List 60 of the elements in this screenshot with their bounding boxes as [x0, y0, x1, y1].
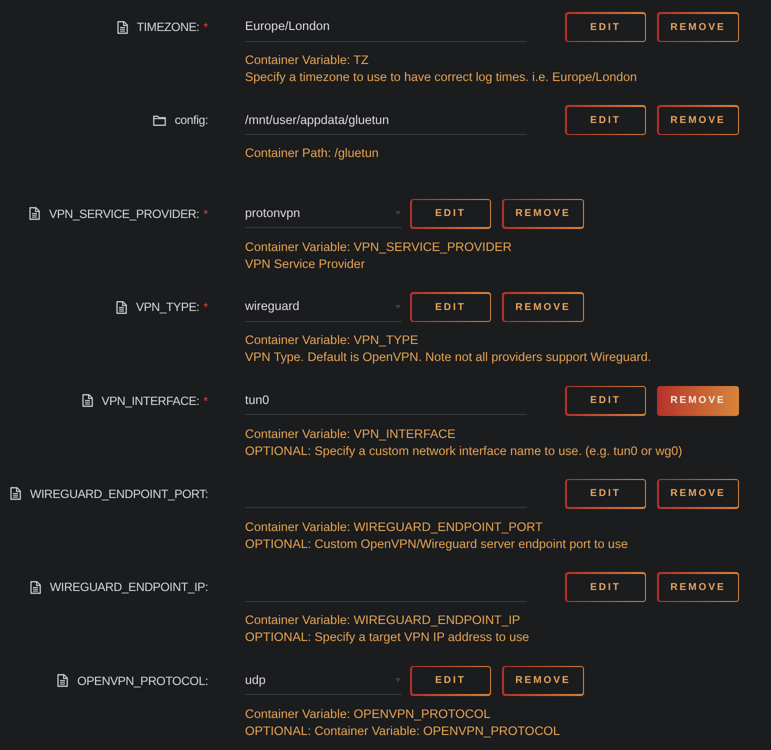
edit-button[interactable]: EDIT	[565, 105, 646, 136]
caret-icon	[395, 678, 401, 682]
help-text: OPTIONAL: Specify a custom network interface name to use. (e.g. tun0 or wg0)	[245, 442, 684, 460]
file-icon	[116, 300, 127, 314]
remove-button[interactable]: REMOVE	[657, 105, 739, 136]
file-icon	[57, 674, 68, 688]
help-text: VPN Service Provider	[245, 256, 366, 273]
field-label: WIREGUARD_ENDPOINT_PORT:	[30, 486, 208, 503]
select-field[interactable]: udp	[245, 666, 402, 696]
file-icon	[82, 394, 92, 408]
caret-icon	[395, 211, 401, 216]
field-label: TIMEZONE:	[136, 19, 200, 36]
help-text: Container Variable: OPENVPN_PROTOCOL	[245, 706, 492, 723]
required-mark: *	[203, 19, 208, 36]
help-text: Container Variable: WIREGUARD_ENDPOINT_IP	[245, 612, 522, 630]
input-field[interactable]: /mnt/user/appdata/gluetun	[245, 106, 527, 135]
field-label: VPN_TYPE:	[136, 299, 200, 316]
remove-button[interactable]: REMOVE	[657, 478, 739, 509]
help-text: Container Variable: WIREGUARD_ENDPOINT_PORT	[245, 518, 544, 536]
select-field[interactable]: protonvpn	[245, 199, 402, 228]
remove-button[interactable]: REMOVE	[502, 292, 584, 322]
folder-icon	[152, 114, 166, 126]
required-mark: *	[203, 206, 208, 223]
edit-button[interactable]: EDIT	[410, 292, 491, 322]
help-text: Container Variable: VPN_TYPE	[245, 332, 420, 350]
help-text: Container Path: /gluetun	[245, 145, 380, 162]
edit-button[interactable]: EDIT	[410, 198, 491, 229]
file-icon	[30, 580, 41, 594]
help-text: Container Variable: TZ	[245, 52, 370, 69]
remove-button[interactable]: REMOVE	[657, 386, 739, 416]
input-field[interactable]: tun0	[245, 386, 527, 416]
field-label: OPENVPN_PROTOCOL:	[77, 672, 208, 690]
required-mark: *	[203, 299, 208, 316]
input-field[interactable]: Europe/London	[245, 12, 527, 42]
edit-button[interactable]: EDIT	[565, 478, 646, 509]
help-text: OPTIONAL: Container Variable: OPENVPN_PROTOCOL	[245, 722, 561, 740]
file-icon	[116, 20, 128, 34]
edit-button[interactable]: EDIT	[410, 666, 491, 696]
help-text: OPTIONAL: Specify a target VPN IP address to use	[245, 629, 530, 646]
select-field[interactable]: wireguard	[245, 292, 402, 322]
help-text: OPTIONAL: Custom OpenVPN/Wireguard server endpoint port to use	[245, 536, 629, 553]
field-label: WIREGUARD_ENDPOINT_IP:	[50, 579, 208, 596]
edit-button[interactable]: EDIT	[565, 386, 646, 416]
edit-button[interactable]: EDIT	[565, 12, 646, 42]
file-icon	[10, 487, 22, 500]
field-label: VPN_INTERFACE:	[102, 392, 200, 410]
file-icon	[29, 207, 40, 220]
edit-button[interactable]: EDIT	[565, 572, 646, 602]
remove-button[interactable]: REMOVE	[657, 572, 739, 602]
field-label: VPN_SERVICE_PROVIDER:	[49, 206, 200, 223]
remove-button[interactable]: REMOVE	[657, 12, 739, 42]
required-mark: *	[203, 392, 208, 410]
remove-button[interactable]: REMOVE	[502, 198, 584, 229]
help-text: Container Variable: VPN_SERVICE_PROVIDER	[245, 238, 513, 256]
help-text: Specify a timezone to use to have correct log times. i.e. Europe/London	[245, 69, 638, 86]
field-label: config:	[174, 112, 208, 130]
help-text: Container Variable: VPN_INTERFACE	[245, 426, 456, 443]
remove-button[interactable]: REMOVE	[502, 666, 584, 696]
caret-icon	[395, 304, 401, 309]
help-text: VPN Type. Default is OpenVPN. Note not all providers support Wireguard.	[245, 349, 652, 366]
